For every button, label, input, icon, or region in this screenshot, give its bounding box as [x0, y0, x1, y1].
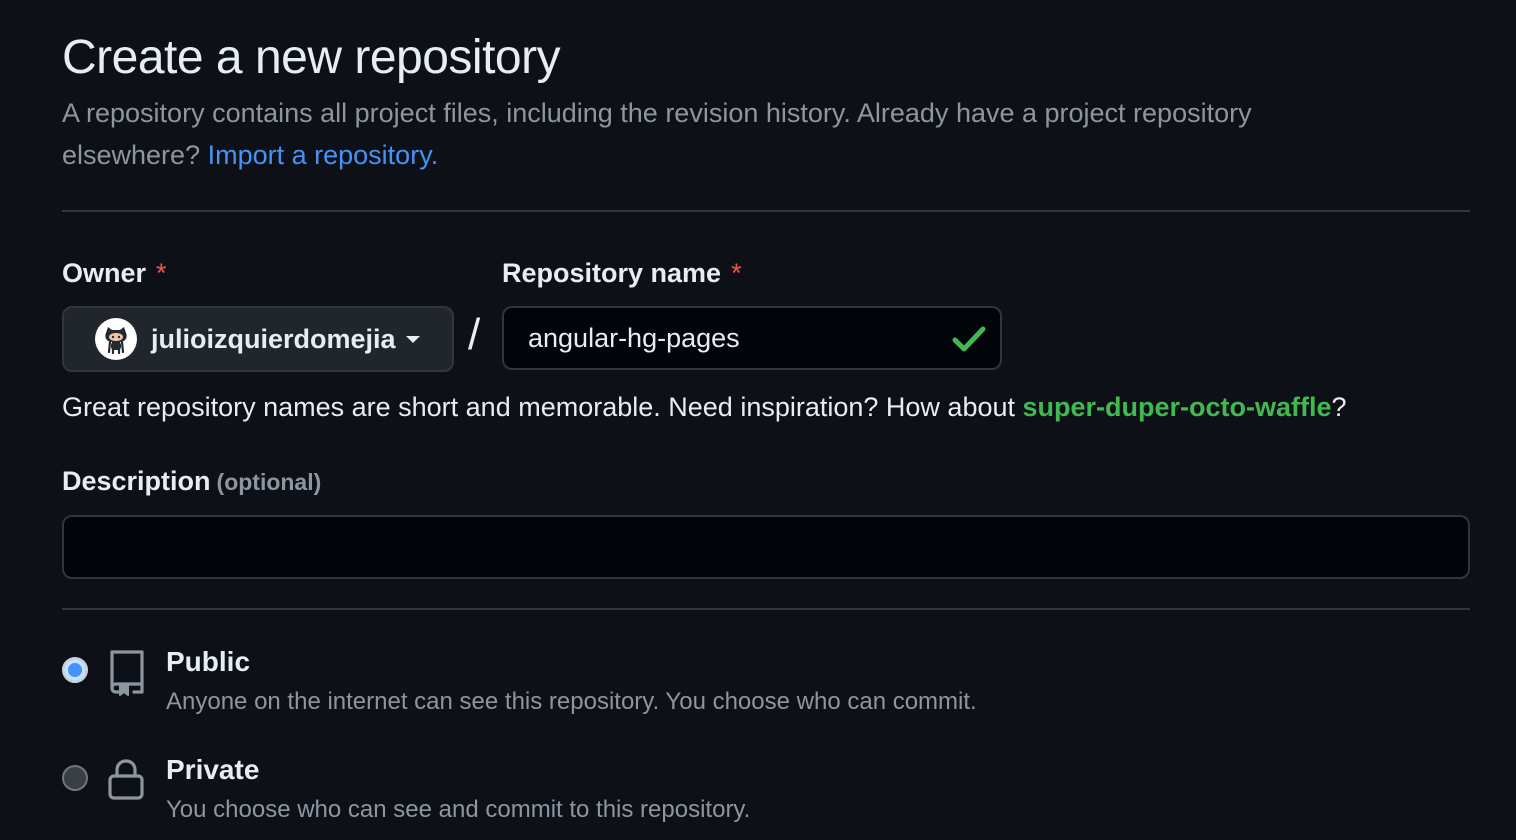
repo-name-label: Repository name * — [502, 258, 742, 289]
description-label: Description (optional) — [62, 466, 321, 497]
public-radio[interactable] — [62, 657, 88, 683]
description-optional-label: (optional) — [216, 469, 322, 495]
public-option-title: Public — [166, 646, 251, 677]
visibility-divider — [62, 608, 1470, 610]
import-repository-link[interactable]: Import a repository. — [208, 140, 439, 170]
header-divider — [62, 210, 1470, 212]
owner-label: Owner * — [62, 258, 167, 289]
owner-name: julioizquierdomejia — [151, 323, 396, 354]
hint-text: Great repository names are short and mem… — [62, 392, 1015, 422]
check-icon — [952, 326, 986, 352]
repo-name-label-text: Repository name — [502, 258, 722, 288]
page-subtitle: A repository contains all project files,… — [62, 92, 1382, 176]
octocat-avatar-icon — [95, 318, 137, 360]
private-radio[interactable] — [62, 765, 88, 791]
owner-repo-separator: / — [468, 310, 481, 359]
repo-name-input[interactable] — [504, 308, 1000, 368]
description-label-text: Description — [62, 466, 211, 496]
owner-required-mark: * — [156, 258, 167, 288]
private-option-title: Private — [166, 754, 260, 785]
page-title: Create a new repository — [62, 31, 561, 84]
description-input[interactable] — [62, 515, 1470, 579]
owner-select-button[interactable]: julioizquierdomejia — [62, 306, 454, 372]
lock-icon — [108, 759, 144, 800]
repo-name-required-mark: * — [731, 258, 742, 288]
repo-name-hint: Great repository names are short and mem… — [62, 392, 1347, 423]
private-option-description: You choose who can see and commit to thi… — [166, 796, 751, 823]
chevron-down-icon — [405, 335, 420, 343]
repo-name-field — [502, 306, 1002, 370]
hint-suffix: ? — [1331, 392, 1347, 422]
public-option-description: Anyone on the internet can see this repo… — [166, 688, 977, 715]
name-suggestion-link[interactable]: super-duper-octo-waffle — [1023, 392, 1332, 422]
owner-label-text: Owner — [62, 258, 147, 288]
repo-icon — [110, 650, 144, 696]
